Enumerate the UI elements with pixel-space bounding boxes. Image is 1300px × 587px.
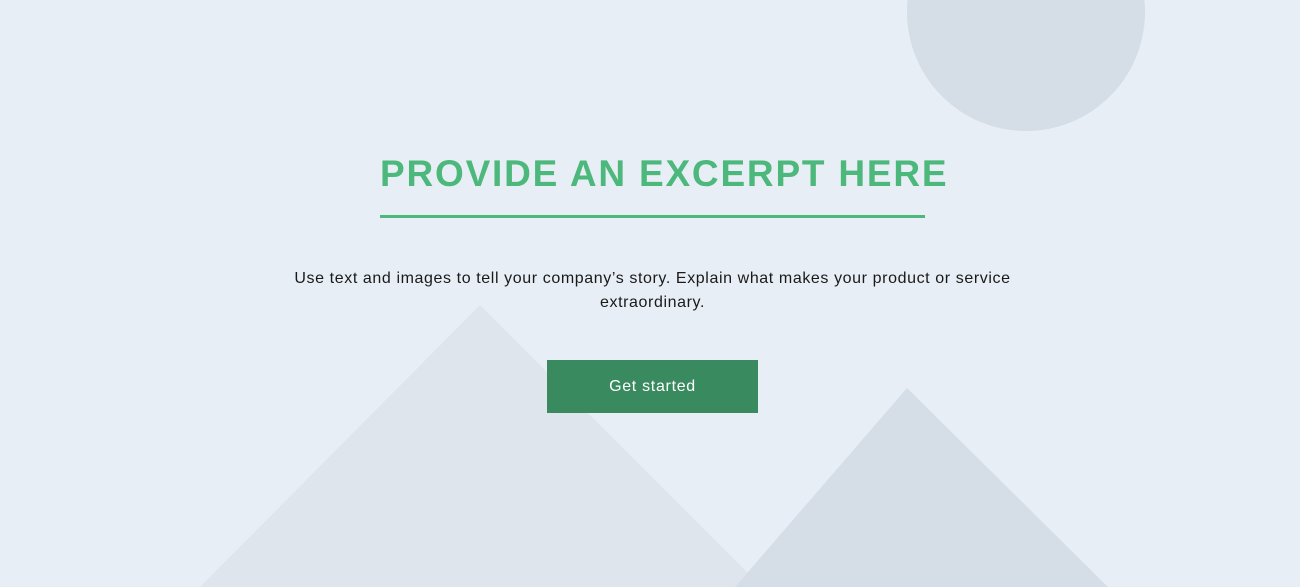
get-started-button[interactable]: Get started [547, 360, 758, 413]
hero-section: PROVIDE AN EXCERPT HERE Use text and ima… [0, 0, 1300, 587]
hero-headline: PROVIDE AN EXCERPT HERE [380, 153, 949, 194]
headline-underline [380, 215, 925, 218]
hero-description: Use text and images to tell your company… [294, 270, 1011, 311]
hero-content: PROVIDE AN EXCERPT HERE Use text and ima… [0, 0, 1300, 587]
